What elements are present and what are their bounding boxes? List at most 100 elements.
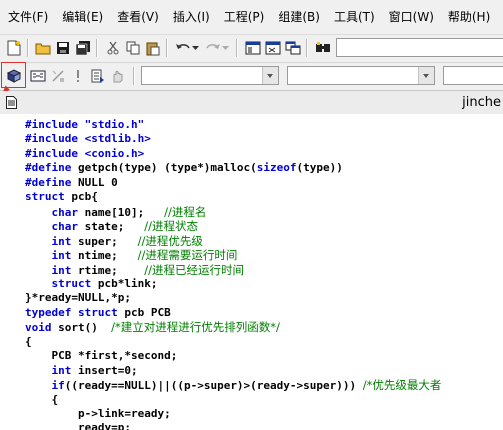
menu-item[interactable]: 编辑(E) bbox=[55, 8, 110, 25]
code-text: state; bbox=[78, 220, 145, 234]
stop-build-icon[interactable] bbox=[49, 67, 67, 85]
code-keyword: #include <stdlib.h> bbox=[25, 132, 151, 146]
code-text: getpch(type) (type*)malloc( bbox=[71, 161, 257, 175]
code-line: #include <stdlib.h> bbox=[25, 132, 151, 146]
open-folder-icon[interactable] bbox=[34, 39, 52, 57]
code-text: { bbox=[25, 392, 59, 406]
code-line: ready=p; bbox=[25, 421, 131, 430]
wizard-filter-combo[interactable] bbox=[287, 66, 435, 85]
code-keyword: #include <conio.h> bbox=[25, 146, 145, 160]
code-line: { bbox=[25, 335, 32, 349]
code-keyword: int bbox=[51, 249, 72, 263]
code-text: ntime; bbox=[71, 249, 138, 263]
code-comment: //进程已经运行时间 bbox=[144, 262, 244, 277]
code-text: pcb PCB bbox=[117, 305, 171, 319]
code-line: struct pcb*link; bbox=[25, 276, 158, 291]
code-line: typedef struct pcb PCB bbox=[25, 306, 171, 320]
window-list-icon[interactable] bbox=[284, 39, 302, 57]
code-keyword: #include "stdio.h" bbox=[25, 118, 145, 131]
code-line: int rtime; //进程已经运行时间 bbox=[25, 263, 244, 278]
code-line: #include "stdio.h" bbox=[25, 118, 144, 132]
paste-icon[interactable] bbox=[144, 39, 162, 57]
menu-item[interactable]: 插入(I) bbox=[166, 8, 217, 25]
redo-dropdown-icon[interactable] bbox=[220, 39, 230, 57]
code-line: p->link=ready; bbox=[25, 407, 171, 421]
code-line: #define NULL 0 bbox=[25, 176, 118, 190]
code-text: pcb{ bbox=[64, 190, 98, 204]
find-in-files-icon[interactable] bbox=[314, 39, 332, 57]
code-text: name[10]; bbox=[78, 205, 165, 219]
code-keyword: int bbox=[51, 263, 72, 277]
build-toolbar bbox=[0, 63, 503, 91]
menu-item[interactable]: 工具(T) bbox=[327, 8, 382, 25]
code-keyword: sizeof bbox=[256, 161, 297, 175]
code-line: }*ready=NULL,*p; bbox=[25, 291, 131, 305]
document-icon bbox=[6, 96, 17, 109]
code-line: PCB *first,*second; bbox=[25, 349, 177, 363]
code-text: { bbox=[25, 334, 32, 348]
code-comment: /*建立对进程进行优先排列函数*/ bbox=[111, 320, 280, 335]
code-text: super; bbox=[71, 234, 138, 248]
menu-item[interactable]: 窗口(W) bbox=[382, 8, 441, 25]
code-line: char state; //进程状态 bbox=[25, 219, 198, 234]
code-keyword: struct bbox=[25, 190, 65, 204]
cut-icon[interactable] bbox=[104, 39, 122, 57]
menu-item[interactable]: 文件(F) bbox=[6, 8, 55, 25]
code-keyword: int bbox=[51, 234, 72, 248]
code-keyword: #define bbox=[25, 175, 72, 189]
go-icon[interactable] bbox=[89, 67, 107, 85]
wizard-members-combo[interactable] bbox=[443, 66, 503, 85]
editor-title: jinche bbox=[462, 95, 501, 110]
menu-item[interactable]: 组建(B) bbox=[271, 8, 327, 25]
code-text: sort() bbox=[51, 321, 112, 335]
output-icon[interactable] bbox=[264, 39, 282, 57]
find-combo[interactable] bbox=[336, 38, 503, 57]
code-line: struct pcb{ bbox=[25, 190, 98, 204]
code-line: int insert=0; bbox=[25, 364, 138, 378]
new-file-icon[interactable] bbox=[5, 39, 23, 57]
code-text: p->link=ready; bbox=[25, 407, 171, 420]
code-text: pcb*link; bbox=[91, 276, 158, 290]
insert-breakpoint-icon[interactable] bbox=[109, 67, 127, 85]
code-text: rtime; bbox=[71, 263, 145, 277]
code-text: ((ready==NULL)||((p->super)>(ready->supe… bbox=[64, 379, 363, 393]
code-line: int super; //进程优先级 bbox=[25, 234, 203, 249]
code-line: { bbox=[25, 393, 58, 407]
code-comment: //进程需要运行时间 bbox=[137, 248, 238, 263]
wizard-class-combo[interactable] bbox=[141, 66, 279, 85]
menu-item[interactable]: 工程(P) bbox=[217, 8, 272, 25]
code-keyword: typedef bbox=[25, 305, 72, 319]
code-line: #include <conio.h> bbox=[25, 147, 144, 161]
undo-dropdown-icon[interactable] bbox=[190, 39, 200, 57]
save-icon[interactable] bbox=[54, 39, 72, 57]
code-keyword: if bbox=[51, 379, 65, 393]
save-all-icon[interactable] bbox=[74, 39, 92, 57]
code-text: }*ready=NULL,*p; bbox=[25, 291, 131, 305]
code-text: NULL 0 bbox=[71, 175, 118, 189]
build-icon[interactable] bbox=[29, 67, 47, 85]
code-comment: //进程状态 bbox=[144, 219, 198, 234]
code-keyword: struct bbox=[77, 305, 118, 319]
code-keyword: void bbox=[25, 321, 52, 335]
menu-item[interactable]: 帮助(H) bbox=[441, 8, 497, 25]
execute-icon[interactable] bbox=[69, 67, 87, 85]
code-keyword: char bbox=[51, 220, 79, 234]
editor-titlebar: jinche bbox=[0, 91, 503, 115]
menu-items: 文件(F) 编辑(E) 查看(V) 插入(I) 工程(P) 组建(B) 工具(T) 窗口(W)… bbox=[6, 8, 497, 25]
copy-icon[interactable] bbox=[124, 39, 142, 57]
code-line: int ntime; //进程需要运行时间 bbox=[25, 248, 238, 263]
code-comment: /*优先级最大者 bbox=[362, 378, 442, 393]
code-editor[interactable]: #include "stdio.h" #include <stdlib.h> #in… bbox=[0, 114, 503, 430]
code-keyword: struct bbox=[51, 276, 92, 290]
workspace-icon[interactable] bbox=[244, 39, 262, 57]
menu-item[interactable]: 查看(V) bbox=[110, 8, 166, 25]
code-text: ready=p; bbox=[25, 421, 131, 430]
